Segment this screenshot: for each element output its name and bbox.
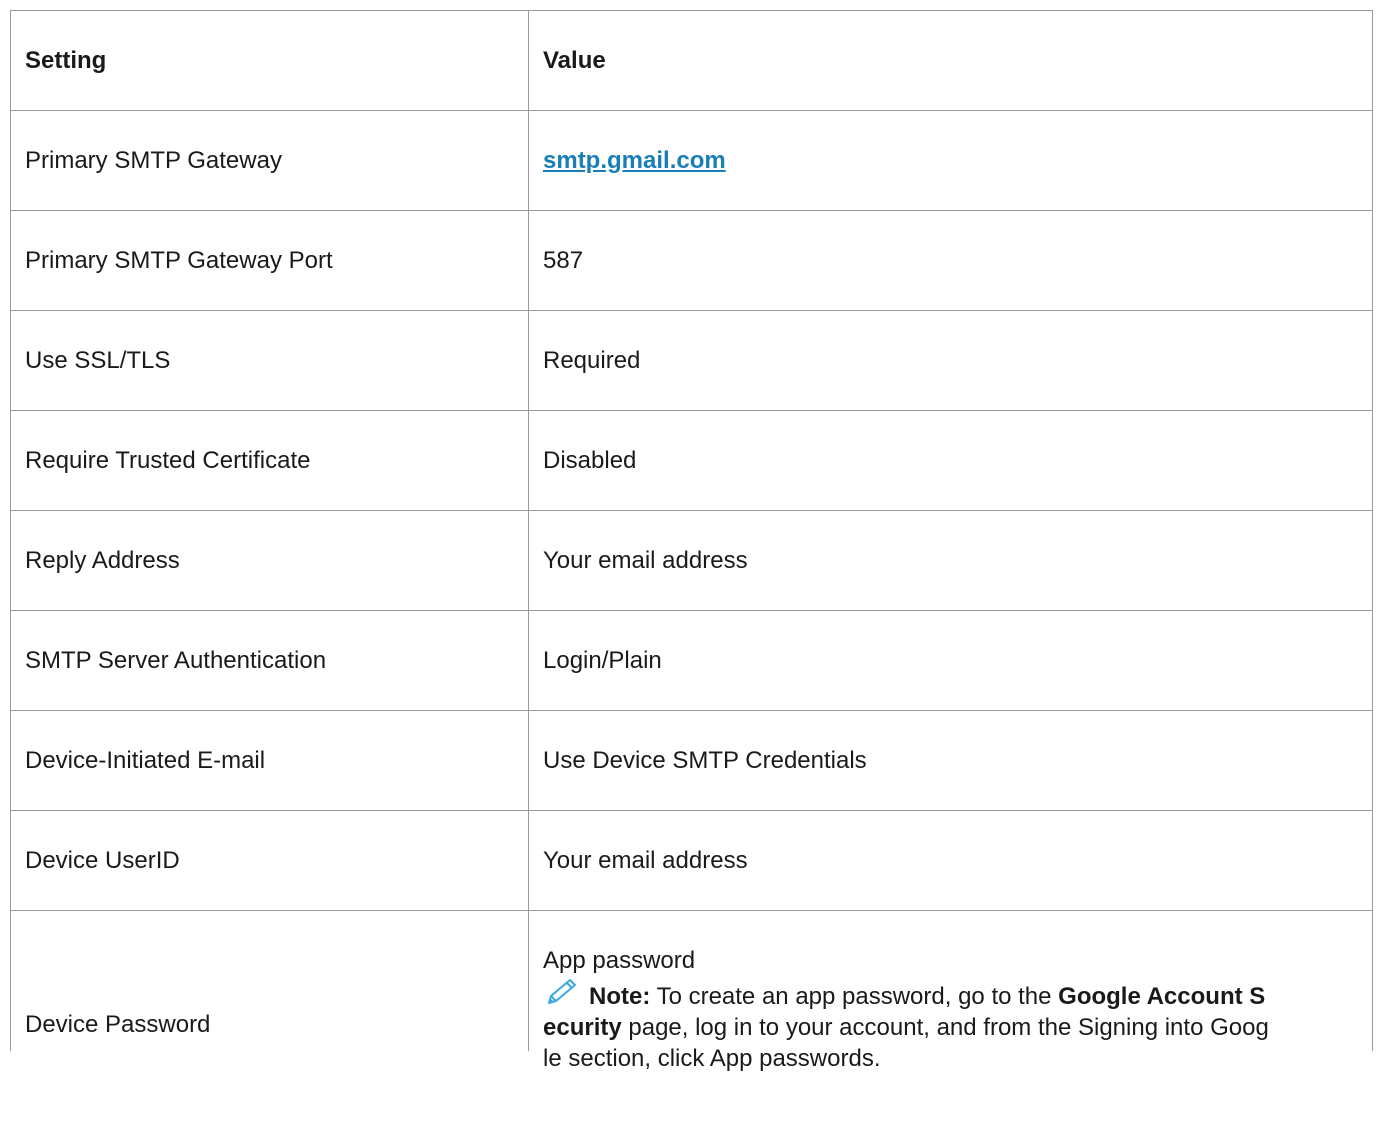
device-password-value: App password <box>543 947 696 974</box>
note: Note: To create an app password, go to t… <box>543 978 1364 1012</box>
table-row: Require Trusted Certificate Disabled <box>11 411 1373 511</box>
table-row: Device Password App password Note: To cr… <box>11 911 1373 1072</box>
note-line-3: le section, click App passwords. <box>543 1045 881 1072</box>
table-row: Reply Address Your email address <box>11 511 1373 611</box>
table-row: Primary SMTP Gateway Port 587 <box>11 211 1373 311</box>
google-account-security-link-b: ecurity <box>543 1014 622 1041</box>
value-cell: Login/Plain <box>529 611 1373 710</box>
pencil-icon <box>548 979 576 1004</box>
value-cell: 587 <box>529 211 1373 310</box>
table-header-row: Setting Value <box>11 11 1373 111</box>
header-value: Value <box>529 11 1373 110</box>
note-text-before: To create an app password, go to the <box>650 983 1059 1010</box>
setting-cell: Use SSL/TLS <box>11 311 529 410</box>
value-cell: Disabled <box>529 411 1373 510</box>
setting-cell: Require Trusted Certificate <box>11 411 529 510</box>
table-row: SMTP Server Authentication Login/Plain <box>11 611 1373 711</box>
value-cell: Your email address <box>529 511 1373 610</box>
google-account-security-link-a: Google Account S <box>1058 983 1266 1010</box>
smtp-settings-table: Setting Value Primary SMTP Gateway smtp.… <box>10 10 1373 1072</box>
setting-cell: Device Password <box>11 911 529 1051</box>
note-label: Note: <box>589 983 651 1010</box>
table-row: Device UserID Your email address <box>11 811 1373 911</box>
value-cell: smtp.gmail.com <box>529 111 1373 210</box>
setting-cell: Device UserID <box>11 811 529 910</box>
table-row: Use SSL/TLS Required <box>11 311 1373 411</box>
setting-cell: SMTP Server Authentication <box>11 611 529 710</box>
setting-cell: Device-Initiated E-mail <box>11 711 529 810</box>
table-row: Device-Initiated E-mail Use Device SMTP … <box>11 711 1373 811</box>
smtp-gateway-link[interactable]: smtp.gmail.com <box>543 147 726 175</box>
setting-cell: Reply Address <box>11 511 529 610</box>
setting-cell: Primary SMTP Gateway <box>11 111 529 210</box>
header-setting: Setting <box>11 11 529 110</box>
value-cell: Use Device SMTP Credentials <box>529 711 1373 810</box>
value-cell: Your email address <box>529 811 1373 910</box>
setting-cell: Primary SMTP Gateway Port <box>11 211 529 310</box>
value-cell: Required <box>529 311 1373 410</box>
note-text-mid: page, log in to your account, and from t… <box>621 1014 1269 1041</box>
value-cell: App password Note: To create an app pass… <box>529 911 1373 1072</box>
table-row: Primary SMTP Gateway smtp.gmail.com <box>11 111 1373 211</box>
note-line-2: ecurity page, log in to your account, an… <box>543 1012 1364 1043</box>
